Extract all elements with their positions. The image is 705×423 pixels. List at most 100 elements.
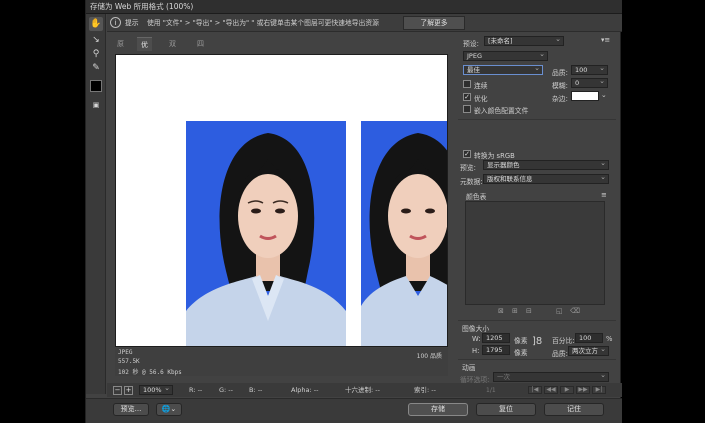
play-icon[interactable]: ▶ (560, 386, 574, 394)
color-table-toolbar: ⊠ ⊞ ⊟ ◱ ⌫ (498, 307, 608, 317)
readout-g: G: -- (219, 386, 233, 394)
color-table-menu-icon[interactable]: ≡ (601, 191, 607, 199)
next-frame-icon[interactable]: ▶▶ (576, 386, 590, 394)
dialog-title: 存储为 Web 所用格式 (100%) (90, 2, 194, 11)
percent-input[interactable]: 100 (575, 333, 603, 343)
image-preview-canvas[interactable] (115, 54, 448, 347)
optimized-checkbox[interactable]: ✓ (463, 93, 471, 101)
web-snap-icon[interactable]: ⊞ (512, 307, 518, 315)
progressive-label: 连续 (474, 82, 488, 90)
browser-preview-button[interactable]: 🌐⌄ (156, 403, 182, 416)
tab-original[interactable]: 原稿 (113, 37, 128, 62)
frame-counter: 1/1 (486, 387, 496, 394)
info-icon: i (110, 17, 121, 28)
readout-alpha: Alpha: -- (291, 386, 319, 394)
convert-srgb-checkbox[interactable]: ✓ (463, 150, 471, 158)
dialog-title-bar: 存储为 Web 所用格式 (100%) (86, 0, 622, 14)
dialog-button-bar: 预览... 🌐⌄ 存储 复位 记住 (86, 398, 622, 423)
hint-label: 提示 (125, 19, 139, 27)
animation-controls: |◀ ◀◀ ▶ ▶▶ ▶| (528, 386, 608, 395)
zoom-in-icon[interactable]: + (124, 386, 133, 395)
progressive-checkbox[interactable] (463, 80, 471, 88)
panel-divider (458, 359, 616, 360)
loop-options-select[interactable]: 一次 (493, 371, 609, 382)
blur-input[interactable]: 0 (571, 77, 608, 88)
embed-profile-label: 嵌入颜色配置文件 (474, 107, 529, 115)
color-table-label: 颜色表 (466, 193, 487, 201)
eyedropper-color-swatch[interactable] (90, 80, 102, 92)
preset-select[interactable]: [未命名] (484, 35, 564, 46)
height-unit: 像素 (514, 349, 528, 357)
remember-button[interactable]: 记住 (544, 403, 604, 416)
save-button[interactable]: 存储 (408, 403, 468, 416)
optimize-settings-panel: 预设: [未命名] ▾≡ JPEG 最佳 品质: 100 连续 模糊: 0 ✓ … (458, 33, 616, 397)
image-size-header: 图像大小 (462, 325, 490, 333)
zoom-tool-icon[interactable]: ⚲ (89, 47, 103, 61)
tab-optimized[interactable]: 优化 (137, 37, 152, 63)
portrait-photo-copy (361, 121, 447, 346)
reset-button[interactable]: 复位 (476, 403, 536, 416)
lock-color-icon[interactable]: ⊟ (526, 307, 532, 315)
compression-select[interactable]: 最佳 (463, 64, 543, 75)
tool-strip: ✋ ↘ ⚲ ✎ ▣ (86, 14, 106, 394)
animation-header: 动画 (462, 364, 476, 372)
hand-tool-icon[interactable]: ✋ (89, 17, 103, 31)
portrait-illustration (186, 133, 346, 346)
width-label: W: (472, 335, 481, 343)
toggle-slices-icon[interactable]: ▣ (89, 98, 103, 112)
percent-label: 百分比: (552, 337, 575, 345)
new-color-icon[interactable]: ◱ (556, 307, 563, 315)
height-label: H: (472, 347, 480, 355)
learn-more-button[interactable]: 了解更多 (403, 16, 465, 30)
zoom-out-icon[interactable]: − (113, 386, 122, 395)
panel-divider (458, 320, 616, 321)
tab-2-up[interactable]: 双联 (165, 37, 180, 62)
info-file-size: 557.5K (118, 358, 140, 365)
hint-text: 使用 "文件" > "导出" > "导出为" " 或右键单击某个图层可更快速地导… (147, 19, 379, 27)
matte-dropdown-icon[interactable]: ⌄ (601, 91, 607, 99)
readout-r: R: -- (189, 386, 203, 394)
metadata-select[interactable]: 版权和联系信息 (483, 173, 609, 184)
format-select[interactable]: JPEG (463, 50, 548, 61)
width-input[interactable]: 1205 (482, 333, 510, 343)
height-input[interactable]: 1795 (482, 345, 510, 355)
matte-label: 杂边: (552, 95, 568, 103)
resample-select[interactable]: 两次立方 (568, 345, 609, 356)
delete-color-icon[interactable]: ⌫ (570, 307, 580, 315)
readout-b: B: -- (249, 386, 263, 394)
panel-menu-icon[interactable]: ▾≡ (601, 36, 610, 44)
eyedropper-tool-icon[interactable]: ✎ (89, 61, 103, 75)
preview-color-select[interactable]: 显示器颜色 (483, 159, 609, 170)
loop-options-label: 循环选项: (460, 376, 490, 384)
convert-srgb-label: 转换为 sRGB (474, 152, 515, 160)
info-format: JPEG (118, 349, 133, 356)
panel-divider (458, 119, 616, 120)
blur-label: 模糊: (552, 82, 568, 90)
readout-index: 索引: -- (414, 386, 436, 394)
embed-profile-checkbox[interactable] (463, 105, 471, 113)
quality-label: 品质: (552, 69, 568, 77)
info-download-time: 102 秒 @ 56.6 Kbps (118, 369, 182, 376)
resample-label: 品质: (552, 350, 568, 358)
zoom-level-select[interactable]: 100% (139, 384, 173, 395)
image-info-bar: JPEG 557.5K 102 秒 @ 56.6 Kbps 100 品质 (115, 348, 448, 376)
first-frame-icon[interactable]: |◀ (528, 386, 542, 394)
matte-color-swatch[interactable] (571, 91, 599, 101)
info-quality: 100 品质 (416, 353, 442, 360)
last-frame-icon[interactable]: ▶| (592, 386, 606, 394)
previous-frame-icon[interactable]: ◀◀ (544, 386, 558, 394)
quality-input[interactable]: 100 (571, 64, 608, 75)
preview-button[interactable]: 预览... (113, 403, 149, 416)
hint-bar: i 提示 使用 "文件" > "导出" > "导出为" " 或右键单击某个图层可… (107, 14, 622, 32)
map-color-icon[interactable]: ⊠ (498, 307, 504, 315)
constrain-link-icon[interactable]: ]8 (532, 336, 542, 347)
width-unit: 像素 (514, 337, 528, 345)
preview-label: 预览: (460, 164, 476, 172)
optimized-label: 优化 (474, 95, 488, 103)
readout-hex: 十六进制: -- (345, 386, 380, 394)
color-table[interactable] (465, 201, 605, 305)
tab-4-up[interactable]: 四联 (193, 37, 208, 62)
save-for-web-dialog: 存储为 Web 所用格式 (100%) ✋ ↘ ⚲ ✎ ▣ i 提示 使用 "文… (85, 0, 622, 423)
portrait-illustration-copy (361, 133, 447, 346)
slice-select-tool-icon[interactable]: ↘ (89, 33, 103, 47)
